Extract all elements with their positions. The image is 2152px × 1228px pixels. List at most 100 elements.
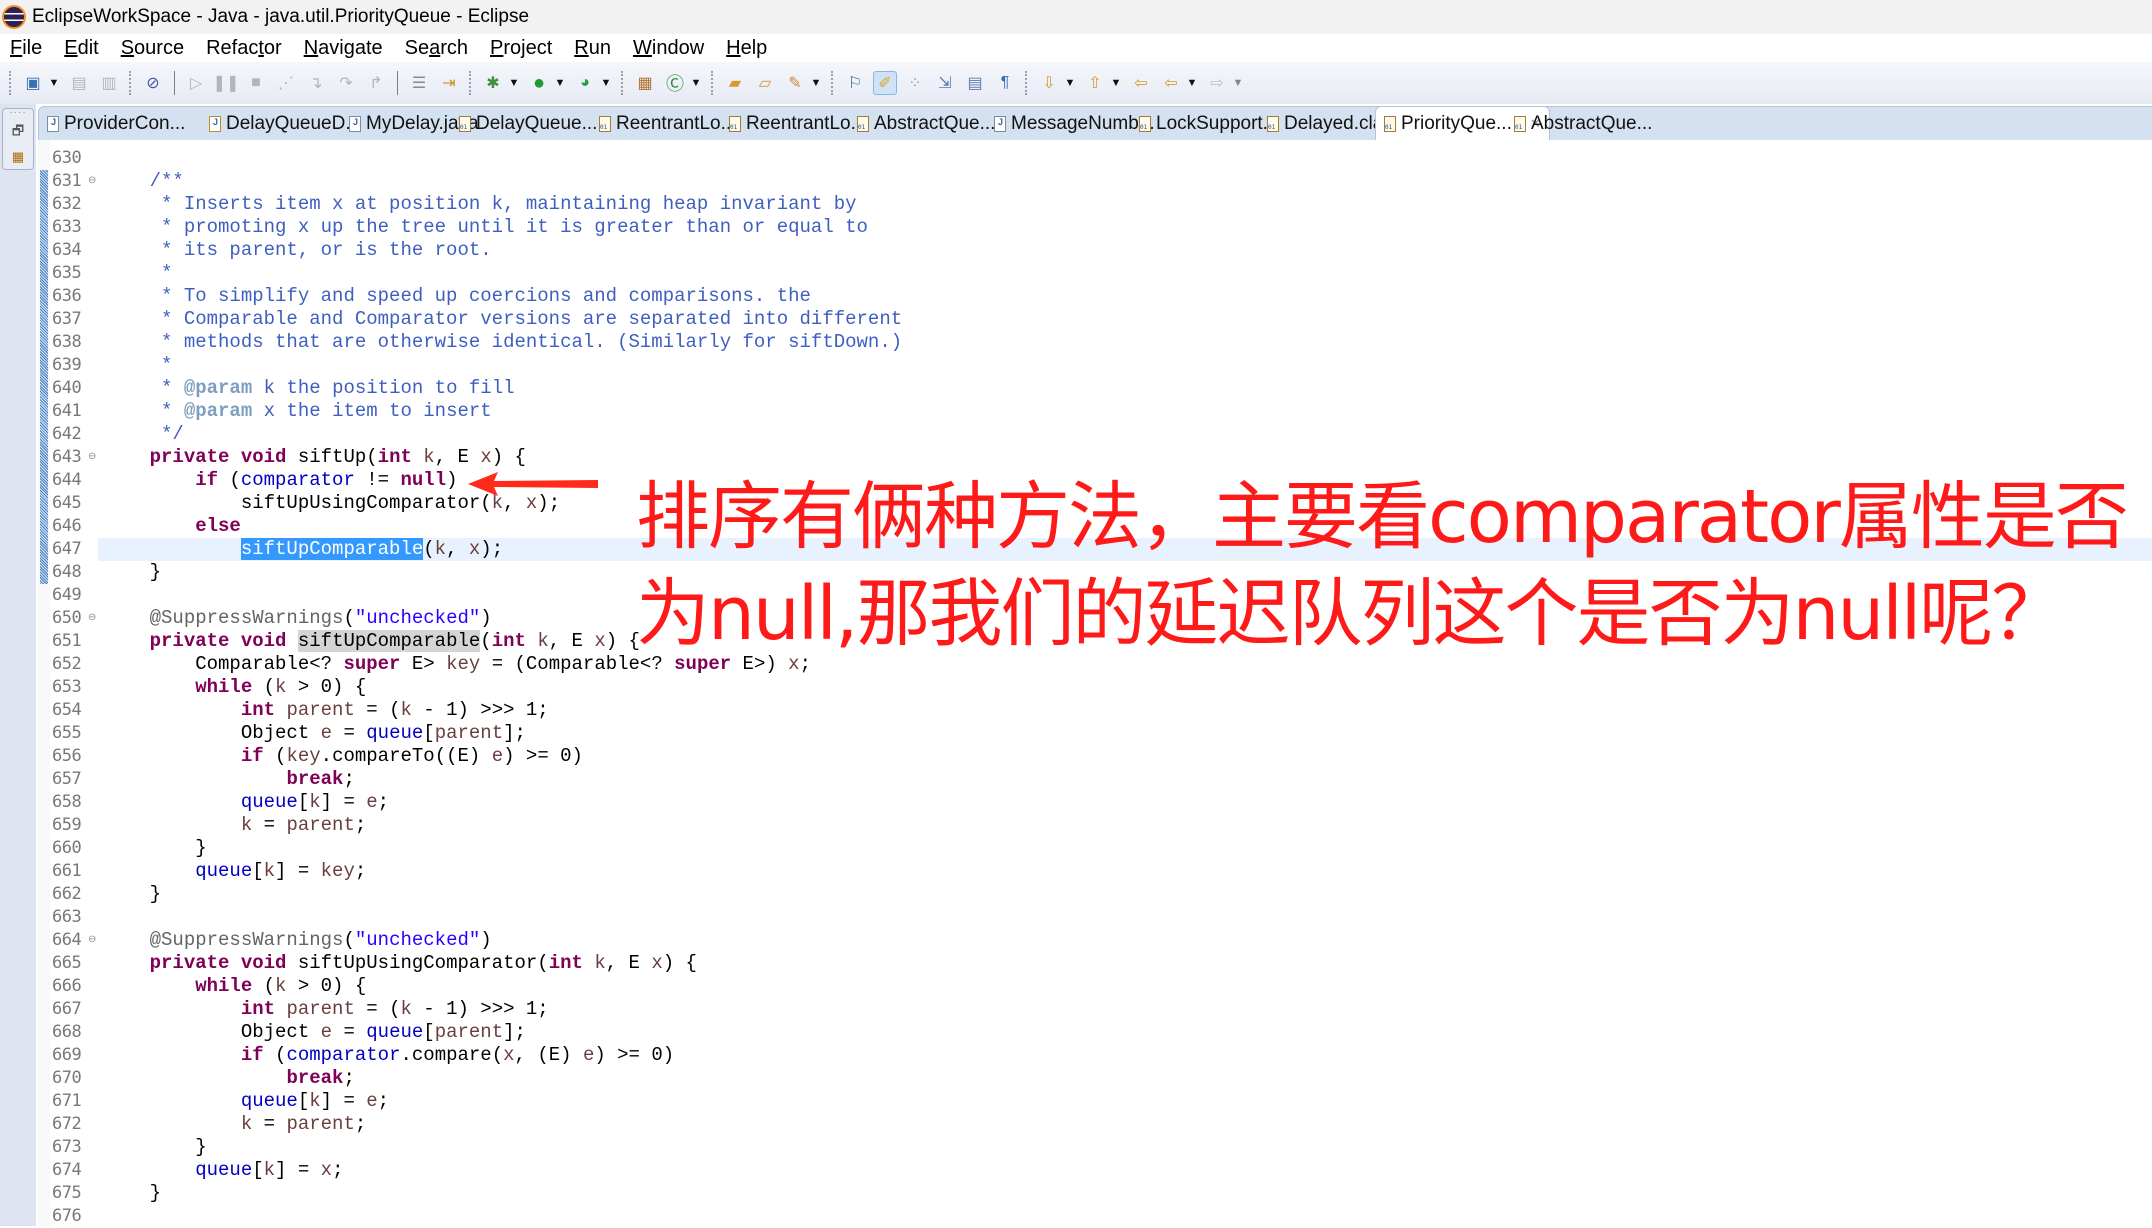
fold-toggle-icon[interactable]: ⊖ [88, 176, 96, 186]
menu-help[interactable]: Help [726, 37, 767, 60]
fold-toggle-icon[interactable]: ⊖ [88, 452, 96, 462]
code-line[interactable]: 631 ⊖ /** [52, 170, 2152, 193]
code-line[interactable]: 661 queue[k] = key; [52, 860, 2152, 883]
code-line[interactable]: 630 [52, 147, 2152, 170]
forward-dropdown-icon[interactable]: ▼ [1232, 71, 1244, 95]
resume-icon[interactable]: ▷ [184, 71, 208, 95]
code-line[interactable]: 664 ⊖ @SuppressWarnings("unchecked") [52, 929, 2152, 952]
run-dropdown-icon[interactable]: ▼ [554, 71, 566, 95]
editor-tab[interactable]: ReentrantLo... [599, 107, 736, 141]
drop-to-frame-icon[interactable]: ☰ [407, 71, 431, 95]
previous-annotation-icon[interactable]: ⇧ [1083, 71, 1107, 95]
run-icon[interactable]: ● [527, 71, 551, 95]
editor-tab[interactable]: ProviderCon... [47, 107, 185, 141]
code-line[interactable]: 633 * promoting x up the tree until it i… [52, 216, 2152, 239]
suspend-icon[interactable]: ❚❚ [213, 71, 240, 95]
code-line[interactable]: 672 k = parent; [52, 1113, 2152, 1136]
save-all-icon[interactable]: ▥ [97, 71, 121, 95]
code-line[interactable]: 653 while (k > 0) { [52, 676, 2152, 699]
code-line[interactable]: 671 queue[k] = e; [52, 1090, 2152, 1113]
last-edit-location-icon[interactable]: ⇦ [1129, 71, 1153, 95]
editor-tab[interactable]: ReentrantLo... [729, 107, 866, 141]
menu-search[interactable]: Search [405, 37, 468, 60]
terminate-icon[interactable]: ■ [244, 71, 268, 95]
code-line[interactable]: 656 if (key.compareTo((E) e) >= 0) [52, 745, 2152, 768]
editor-tab[interactable]: DelayQueue.... [459, 107, 603, 141]
code-line[interactable]: 637 * Comparable and Comparator versions… [52, 308, 2152, 331]
menu-edit[interactable]: Edit [64, 37, 98, 60]
code-line[interactable]: 668 Object e = queue[parent]; [52, 1021, 2152, 1044]
restore-icon[interactable]: 🗗 [12, 122, 24, 144]
code-line[interactable]: 655 Object e = queue[parent]; [52, 722, 2152, 745]
forward-icon[interactable]: ⇨ [1205, 71, 1229, 95]
mark-occurrences-icon[interactable]: ✐ [873, 71, 897, 95]
code-line[interactable]: 665 private void siftUpUsingComparator(i… [52, 952, 2152, 975]
skip-breakpoints-icon[interactable]: ⊘ [141, 71, 165, 95]
fold-toggle-icon[interactable]: ⊖ [88, 935, 96, 945]
code-line[interactable]: 659 k = parent; [52, 814, 2152, 837]
code-line[interactable]: 667 int parent = (k - 1) >>> 1; [52, 998, 2152, 1021]
toggle-breadcrumb-icon[interactable]: ⚐ [843, 71, 867, 95]
debug-icon[interactable]: ✱ [481, 71, 505, 95]
code-line[interactable]: 658 queue[k] = e; [52, 791, 2152, 814]
new-wizard-icon[interactable]: ▣ [21, 71, 45, 95]
code-line[interactable]: 662 } [52, 883, 2152, 906]
code-line[interactable]: 675 } [52, 1182, 2152, 1205]
code-line[interactable]: 638 * methods that are otherwise identic… [52, 331, 2152, 354]
new-class-dropdown-icon[interactable]: ▼ [690, 71, 702, 95]
editor-tab[interactable]: LockSupport... [1139, 107, 1279, 141]
fold-toggle-icon[interactable]: ⊖ [88, 613, 96, 623]
menu-project[interactable]: Project [490, 37, 552, 60]
editor-tab[interactable]: AbstractQue... [857, 107, 995, 141]
code-line[interactable]: 663 [52, 906, 2152, 929]
menu-run[interactable]: Run [574, 37, 611, 60]
code-line[interactable]: 657 break; [52, 768, 2152, 791]
code-line[interactable]: 636 * To simplify and speed up coercions… [52, 285, 2152, 308]
step-return-icon[interactable]: ↱ [364, 71, 388, 95]
menu-file[interactable]: File [10, 37, 42, 60]
step-over-icon[interactable]: ↷ [334, 71, 358, 95]
code-line[interactable]: 669 if (comparator.compare(x, (E) e) >= … [52, 1044, 2152, 1067]
next-annotation-dropdown-icon[interactable]: ▼ [1064, 71, 1076, 95]
save-icon[interactable]: ▤ [67, 71, 91, 95]
editor-tab[interactable]: AbstractQue... [1514, 107, 1652, 141]
code-line[interactable]: 674 queue[k] = x; [52, 1159, 2152, 1182]
previous-annotation-dropdown-icon[interactable]: ▼ [1110, 71, 1122, 95]
editor-tab[interactable]: DelayQueueD... [209, 107, 361, 141]
word-wrap-icon[interactable]: ⇲ [933, 71, 957, 95]
code-line[interactable]: 670 break; [52, 1067, 2152, 1090]
code-line[interactable]: 666 while (k > 0) { [52, 975, 2152, 998]
search-icon[interactable]: ✎ [783, 71, 807, 95]
menu-source[interactable]: Source [121, 37, 184, 60]
new-java-package-icon[interactable]: ▦ [633, 71, 657, 95]
drag-handle-icon[interactable]: ···· [9, 108, 26, 118]
search-dropdown-icon[interactable]: ▼ [810, 71, 822, 95]
code-line[interactable]: 639 * [52, 354, 2152, 377]
code-line[interactable]: 641 * @param x the item to insert [52, 400, 2152, 423]
show-whitespace-icon[interactable]: ¶ [993, 71, 1017, 95]
open-type-icon[interactable]: ▰ [723, 71, 747, 95]
show-source-of-selected-element-icon[interactable]: ▤ [963, 71, 987, 95]
package-explorer-icon[interactable]: ▦ [12, 149, 24, 165]
back-icon[interactable]: ⇦ [1159, 71, 1183, 95]
code-line[interactable]: 640 * @param k the position to fill [52, 377, 2152, 400]
debug-dropdown-icon[interactable]: ▼ [508, 71, 520, 95]
menu-window[interactable]: Window [633, 37, 704, 60]
editor-tab[interactable]: MessageNumb... [994, 107, 1155, 141]
code-line[interactable]: 635 * [52, 262, 2152, 285]
new-java-class-icon[interactable]: Ⓒ [663, 71, 687, 95]
open-task-icon[interactable]: ▱ [753, 71, 777, 95]
external-tools-icon[interactable]: ◕ [573, 71, 597, 95]
disconnect-icon[interactable]: ⋰ [274, 71, 298, 95]
step-into-icon[interactable]: ↴ [304, 71, 328, 95]
code-line[interactable]: 673 } [52, 1136, 2152, 1159]
use-step-filters-icon[interactable]: ⇥ [437, 71, 461, 95]
code-line[interactable]: 632 * Inserts item x at position k, main… [52, 193, 2152, 216]
code-line[interactable]: 676 [52, 1205, 2152, 1228]
code-line[interactable]: 643 ⊖ private void siftUp(int k, E x) { [52, 446, 2152, 469]
code-line[interactable]: 660 } [52, 837, 2152, 860]
code-line[interactable]: 654 int parent = (k - 1) >>> 1; [52, 699, 2152, 722]
menu-refactor[interactable]: Refactor [206, 37, 282, 60]
back-dropdown-icon[interactable]: ▼ [1186, 71, 1198, 95]
code-editor[interactable]: 630 631 ⊖ /** 632 * Inserts item x at posit… [38, 140, 2152, 1226]
